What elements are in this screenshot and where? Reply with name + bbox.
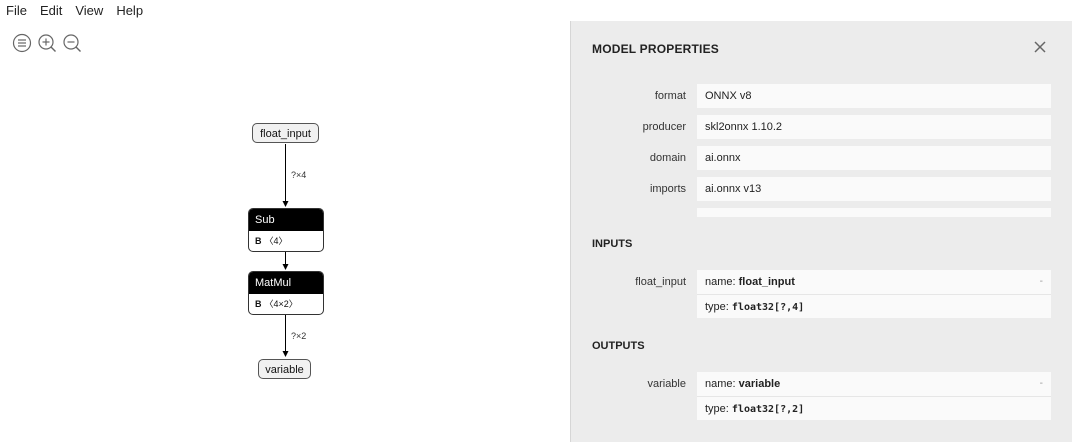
property-label: producer bbox=[642, 121, 686, 133]
output-name: variable bbox=[738, 378, 781, 390]
property-label: format bbox=[654, 90, 686, 102]
property-value-empty bbox=[697, 208, 1051, 217]
inputs-section-title: INPUTS bbox=[592, 238, 633, 250]
property-label: domain bbox=[649, 152, 686, 164]
output-node[interactable]: variable bbox=[258, 359, 311, 379]
property-label: imports bbox=[649, 183, 686, 195]
graph-canvas[interactable]: float_input ?×4 Sub B 〈4〉 MatMul B 〈4×2〉 ?… bbox=[0, 0, 570, 442]
input-node[interactable]: float_input bbox=[252, 123, 319, 143]
property-value: ai.onnx v13 bbox=[697, 177, 1051, 201]
input-label: float_input bbox=[635, 276, 686, 288]
output-expand-toggle[interactable]: - bbox=[1040, 372, 1043, 396]
input-node-label: float_input bbox=[260, 128, 311, 140]
input-type: float32[?,4] bbox=[731, 302, 805, 313]
output-details: name: variable - type: float32[?,2] bbox=[697, 372, 1051, 420]
matmul-node[interactable]: MatMul B 〈4×2〉 bbox=[248, 271, 324, 315]
input-expand-toggle[interactable]: - bbox=[1040, 270, 1043, 294]
sidebar-title: MODEL PROPERTIES bbox=[592, 42, 719, 56]
edge-label-output: ?×2 bbox=[291, 331, 307, 341]
property-value: ai.onnx bbox=[697, 146, 1051, 170]
output-name-line: name: variable - bbox=[697, 372, 1051, 396]
close-icon[interactable] bbox=[1032, 39, 1048, 55]
output-label: variable bbox=[647, 378, 686, 390]
matmul-node-title: MatMul bbox=[249, 272, 323, 294]
matmul-node-attr: B 〈4×2〉 bbox=[255, 299, 298, 309]
output-type: float32[?,2] bbox=[731, 404, 805, 415]
outputs-section-title: OUTPUTS bbox=[592, 340, 645, 352]
sub-node[interactable]: Sub B 〈4〉 bbox=[248, 208, 324, 252]
input-type-line: type: float32[?,4] bbox=[697, 294, 1051, 318]
input-name: float_input bbox=[738, 276, 795, 288]
property-value: skl2onnx 1.10.2 bbox=[697, 115, 1051, 139]
output-type-line: type: float32[?,2] bbox=[697, 396, 1051, 420]
output-node-label: variable bbox=[265, 364, 304, 376]
input-name-line: name: float_input - bbox=[697, 270, 1051, 294]
sub-node-title: Sub bbox=[249, 209, 323, 231]
sub-node-attr: B 〈4〉 bbox=[255, 236, 288, 246]
property-value: ONNX v8 bbox=[697, 84, 1051, 108]
input-details: name: float_input - type: float32[?,4] bbox=[697, 270, 1051, 318]
edge-label-input: ?×4 bbox=[291, 170, 307, 180]
model-properties-sidebar: MODEL PROPERTIES format ONNX v8 producer… bbox=[570, 21, 1072, 442]
